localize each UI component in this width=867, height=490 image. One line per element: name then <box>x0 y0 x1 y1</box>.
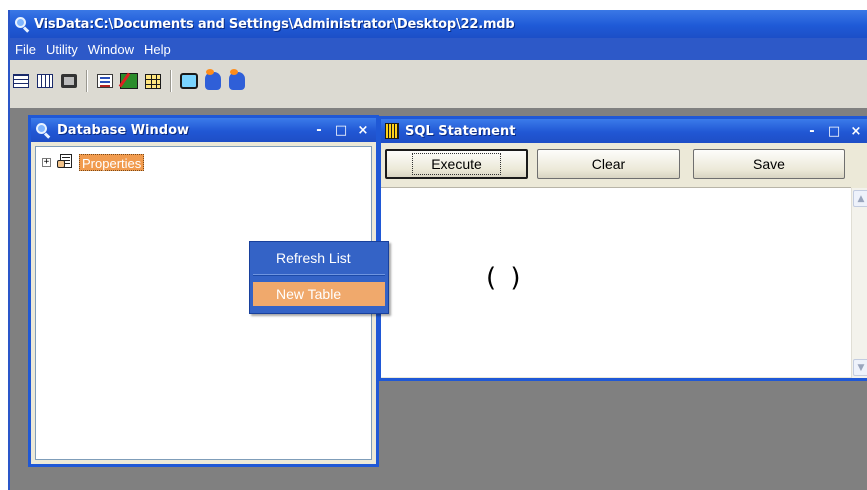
sql-statement-icon <box>385 123 399 139</box>
rollback-button[interactable] <box>226 69 248 92</box>
snapshot-icon <box>61 74 77 88</box>
form-icon <box>97 74 113 88</box>
properties-icon <box>57 154 75 170</box>
save-button[interactable]: Save <box>693 149 845 179</box>
data-control-icon <box>120 73 138 89</box>
close-button[interactable]: × <box>845 124 867 139</box>
visdata-magnifier-icon <box>14 16 30 33</box>
menu-file[interactable]: File <box>10 42 41 57</box>
vertical-scrollbar[interactable]: ▲ ▼ <box>851 188 867 378</box>
form-button[interactable] <box>94 70 116 92</box>
maximize-button[interactable]: □ <box>330 123 352 138</box>
sql-statement-window: SQL Statement - □ × Execute Clear Save (… <box>378 116 867 381</box>
commit-icon <box>205 69 221 90</box>
scroll-down-icon[interactable]: ▼ <box>853 359 867 376</box>
sql-text-content: ( ) <box>486 263 524 293</box>
menu-help[interactable]: Help <box>139 42 176 57</box>
data-control-button[interactable] <box>118 70 140 92</box>
close-button[interactable]: × <box>352 123 374 138</box>
menubar: File Utility Window Help <box>10 38 867 60</box>
begin-transaction-button[interactable] <box>178 70 200 92</box>
toolbar-separator <box>86 70 88 92</box>
tree-item-label[interactable]: Properties <box>79 153 145 171</box>
toolbar <box>10 60 867 108</box>
menu-item-refresh-list[interactable]: Refresh List <box>253 246 385 270</box>
sql-window-title: SQL Statement <box>405 123 516 139</box>
sql-text-editor[interactable]: ( ) ▲ ▼ <box>381 187 867 378</box>
table-grid-button[interactable] <box>10 70 32 92</box>
app-titlebar[interactable]: VisData:C:\Documents and Settings\Admini… <box>10 10 867 38</box>
tree-item-properties[interactable]: + Properties <box>42 153 145 171</box>
execute-button[interactable]: Execute <box>385 149 528 179</box>
snapshot-button[interactable] <box>58 70 80 92</box>
menu-item-new-table[interactable]: New Table <box>253 282 385 306</box>
sql-window-titlebar[interactable]: SQL Statement - □ × <box>381 119 867 143</box>
dynaset-grid-button[interactable] <box>34 70 56 92</box>
sql-window-controls: - □ × <box>801 119 867 143</box>
clear-button[interactable]: Clear <box>537 149 680 179</box>
database-window-title: Database Window <box>57 122 190 138</box>
database-window: Database Window - □ × + Properties Refre… <box>28 115 389 467</box>
minimize-button[interactable]: - <box>308 123 330 138</box>
dbgrid-button[interactable] <box>142 70 164 92</box>
minimize-button[interactable]: - <box>801 124 823 139</box>
toolbar-separator <box>170 70 172 92</box>
visdata-magnifier-icon <box>35 122 51 139</box>
execute-button-label: Execute <box>412 153 501 175</box>
begin-transaction-icon <box>180 73 198 89</box>
expand-plus-icon[interactable]: + <box>42 157 51 167</box>
menu-separator <box>253 274 385 276</box>
database-window-controls: - □ × <box>308 118 374 142</box>
app-title: VisData:C:\Documents and Settings\Admini… <box>34 16 515 32</box>
maximize-button[interactable]: □ <box>823 124 845 139</box>
scroll-up-icon[interactable]: ▲ <box>853 190 867 207</box>
dynaset-grid-icon <box>37 74 53 88</box>
table-grid-icon <box>13 74 29 88</box>
menu-window[interactable]: Window <box>83 42 139 57</box>
context-menu: Refresh List New Table <box>249 241 389 314</box>
menu-utility[interactable]: Utility <box>41 42 83 57</box>
dbgrid-icon <box>145 73 161 89</box>
visdata-app-window: VisData:C:\Documents and Settings\Admini… <box>8 10 867 490</box>
mdi-client-area: Database Window - □ × + Properties Refre… <box>10 108 867 490</box>
sql-button-row: Execute Clear Save <box>381 144 867 184</box>
rollback-icon <box>229 69 245 90</box>
commit-button[interactable] <box>202 69 224 92</box>
database-window-titlebar[interactable]: Database Window - □ × <box>31 118 376 142</box>
